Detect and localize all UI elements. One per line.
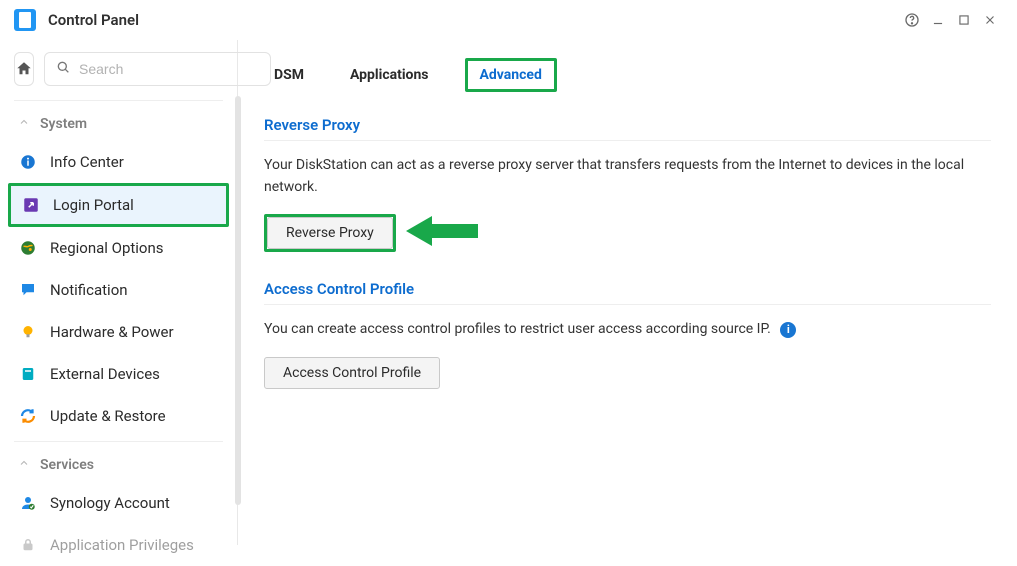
lock-icon bbox=[18, 535, 38, 555]
callout-arrow-icon bbox=[406, 212, 478, 250]
sidebar-item-label: Notification bbox=[50, 281, 128, 299]
close-button[interactable] bbox=[977, 7, 1003, 33]
tab-advanced[interactable]: Advanced bbox=[470, 63, 552, 87]
help-button[interactable] bbox=[899, 7, 925, 33]
globe-icon bbox=[18, 238, 38, 258]
reverse-proxy-button[interactable]: Reverse Proxy bbox=[267, 217, 393, 249]
group-header-system[interactable]: System bbox=[0, 107, 237, 141]
minimize-button[interactable] bbox=[925, 7, 951, 33]
sidebar-item-label: Application Privileges bbox=[50, 536, 194, 554]
sidebar-item-label: Hardware & Power bbox=[50, 323, 174, 341]
sidebar-item-synology-account[interactable]: Synology Account bbox=[0, 482, 237, 524]
access-control-profile-button[interactable]: Access Control Profile bbox=[264, 357, 440, 389]
search-icon bbox=[55, 59, 71, 79]
section-title-access-control: Access Control Profile bbox=[264, 280, 991, 298]
bulb-icon bbox=[18, 322, 38, 342]
chat-icon bbox=[18, 280, 38, 300]
section-desc-reverse-proxy: Your DiskStation can act as a reverse pr… bbox=[264, 155, 991, 198]
info-icon bbox=[18, 152, 38, 172]
sidebar-item-external-devices[interactable]: External Devices bbox=[0, 353, 237, 395]
sidebar-item-update-restore[interactable]: Update & Restore bbox=[0, 395, 237, 437]
sidebar-item-regional-options[interactable]: Regional Options bbox=[0, 227, 237, 269]
group-label: System bbox=[40, 116, 87, 132]
sidebar-item-notification[interactable]: Notification bbox=[0, 269, 237, 311]
tab-dsm[interactable]: DSM bbox=[264, 61, 314, 89]
search-input-wrap[interactable] bbox=[44, 52, 271, 86]
tabs: DSM Applications Advanced bbox=[264, 58, 991, 92]
info-badge-icon[interactable]: i bbox=[780, 322, 796, 338]
device-icon bbox=[18, 364, 38, 384]
sidebar-item-label: Login Portal bbox=[53, 196, 134, 214]
maximize-button[interactable] bbox=[951, 7, 977, 33]
tab-applications[interactable]: Applications bbox=[340, 61, 439, 89]
chevron-up-icon bbox=[18, 457, 30, 473]
sidebar-item-hardware-power[interactable]: Hardware & Power bbox=[0, 311, 237, 353]
section-desc-access-control: You can create access control profiles t… bbox=[264, 319, 991, 341]
sidebar-item-label: Synology Account bbox=[50, 494, 170, 512]
sidebar-item-info-center[interactable]: Info Center bbox=[0, 141, 237, 183]
sidebar-item-label: Update & Restore bbox=[50, 407, 166, 425]
refresh-icon bbox=[18, 406, 38, 426]
sidebar-item-label: External Devices bbox=[50, 365, 160, 383]
sidebar-item-label: Regional Options bbox=[50, 239, 164, 257]
group-label: Services bbox=[40, 457, 94, 473]
app-icon bbox=[14, 9, 36, 31]
chevron-up-icon bbox=[18, 116, 30, 132]
highlight-login-portal: Login Portal bbox=[8, 183, 229, 227]
main-panel: DSM Applications Advanced Reverse Proxy … bbox=[238, 40, 1017, 545]
sidebar: System Info Center Login Portal Regional… bbox=[0, 40, 238, 545]
window-title: Control Panel bbox=[48, 11, 139, 29]
sidebar-item-label: Info Center bbox=[50, 153, 124, 171]
home-button[interactable] bbox=[14, 52, 34, 86]
highlight-advanced-tab: Advanced bbox=[465, 58, 557, 92]
sidebar-item-application-privileges[interactable]: Application Privileges bbox=[0, 524, 237, 566]
search-input[interactable] bbox=[79, 61, 260, 77]
portal-icon bbox=[21, 195, 41, 215]
account-icon bbox=[18, 493, 38, 513]
group-header-services[interactable]: Services bbox=[0, 448, 237, 482]
section-title-reverse-proxy: Reverse Proxy bbox=[264, 116, 991, 134]
sidebar-item-login-portal[interactable]: Login Portal bbox=[11, 186, 226, 224]
titlebar: Control Panel bbox=[0, 0, 1017, 40]
